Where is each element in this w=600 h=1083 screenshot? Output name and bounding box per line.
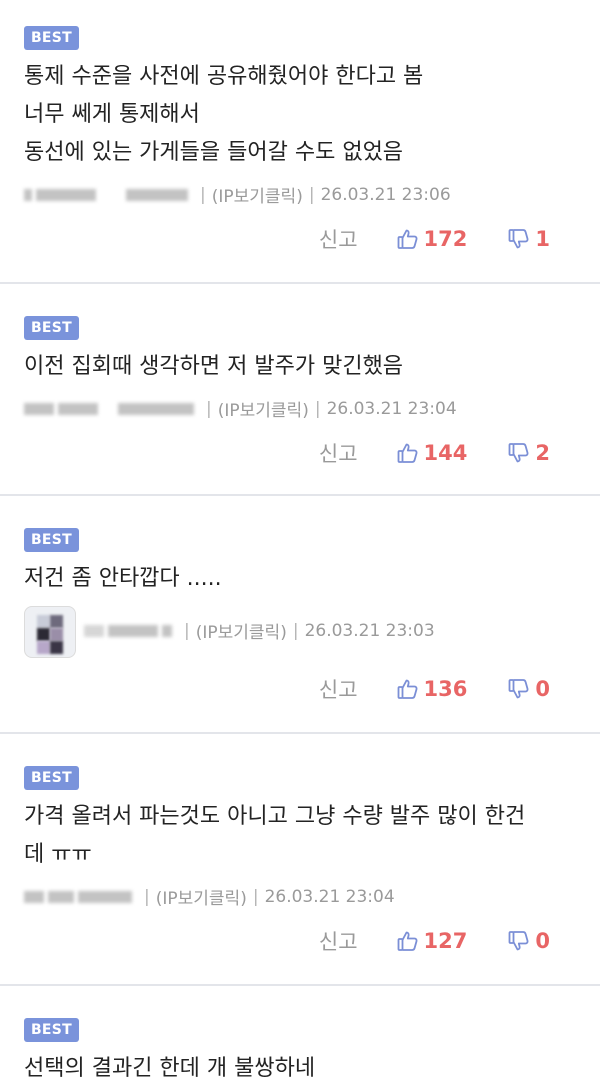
best-badge: BEST bbox=[24, 316, 79, 340]
comment-actions: 신고 172 1 bbox=[319, 224, 550, 254]
dislike-count: 1 bbox=[535, 227, 550, 251]
comment-line: 선택의 결과긴 한데 개 불쌍하네 bbox=[24, 1056, 316, 1081]
best-badge: BEST bbox=[24, 26, 79, 50]
comment-meta: | (IP보기클릭) | 26.03.21 23:04 bbox=[24, 884, 395, 909]
comment-line: 너무 쎄게 통제해서 bbox=[24, 102, 200, 127]
comment-item: BEST 통제 수준을 사전에 공유해줬어야 한다고 봄 너무 쎄게 통제해서 … bbox=[0, 0, 600, 284]
like-count: 127 bbox=[423, 929, 468, 953]
meta-separator: | bbox=[200, 184, 206, 205]
dislike-button[interactable]: 0 bbox=[507, 677, 550, 701]
comment-item: BEST 가격 올려서 파는것도 아니고 그냥 수량 발주 많이 한건 데 ㅠㅠ… bbox=[0, 734, 600, 986]
comment-meta: | (IP보기클릭) | 26.03.21 23:04 bbox=[24, 396, 457, 421]
comment-actions: 신고 127 0 bbox=[319, 926, 550, 956]
report-button[interactable]: 신고 bbox=[319, 438, 358, 468]
ip-view-link[interactable]: (IP보기클릭) bbox=[212, 182, 303, 207]
comment-item: BEST 이전 집회때 생각하면 저 발주가 맞긴했음 | (IP보기클릭) |… bbox=[0, 284, 600, 496]
thumbs-down-icon bbox=[508, 931, 529, 951]
ip-view-link[interactable]: (IP보기클릭) bbox=[218, 396, 309, 421]
avatar[interactable] bbox=[24, 606, 76, 658]
report-button[interactable]: 신고 bbox=[319, 674, 358, 704]
thumbs-up-icon bbox=[397, 229, 418, 249]
best-badge: BEST bbox=[24, 1018, 79, 1042]
meta-separator: | bbox=[314, 398, 321, 419]
ip-view-link[interactable]: (IP보기클릭) bbox=[196, 618, 287, 643]
like-button[interactable]: 144 bbox=[396, 441, 468, 465]
best-badge: BEST bbox=[24, 766, 79, 790]
meta-separator: | bbox=[144, 886, 150, 907]
comment-datetime: 26.03.21 23:04 bbox=[264, 886, 395, 907]
comment-line: 데 ㅠㅠ bbox=[24, 842, 92, 867]
meta-separator: | bbox=[252, 886, 259, 907]
like-button[interactable]: 127 bbox=[396, 929, 468, 953]
comment-line: 저건 좀 안타깝다 ..... bbox=[24, 566, 222, 591]
like-button[interactable]: 136 bbox=[396, 677, 468, 701]
comment-actions: 신고 136 0 bbox=[319, 674, 550, 704]
meta-separator: | bbox=[206, 398, 212, 419]
comment-body: 선택의 결과긴 한데 개 불쌍하네 bbox=[24, 1050, 582, 1083]
comment-body: 가격 올려서 파는것도 아니고 그냥 수량 발주 많이 한건 데 ㅠㅠ bbox=[24, 798, 582, 874]
comment-body: 이전 집회때 생각하면 저 발주가 맞긴했음 bbox=[24, 348, 582, 386]
comment-line: 통제 수준을 사전에 공유해줬어야 한다고 봄 bbox=[24, 64, 424, 89]
thumbs-up-icon bbox=[397, 931, 418, 951]
thumbs-down-icon bbox=[508, 443, 529, 463]
like-count: 144 bbox=[423, 441, 468, 465]
comment-line: 동선에 있는 가게들을 들어갈 수도 없었음 bbox=[24, 140, 404, 165]
author-name-blurred[interactable] bbox=[24, 890, 132, 903]
like-count: 172 bbox=[423, 227, 468, 251]
report-button[interactable]: 신고 bbox=[319, 926, 358, 956]
comment-datetime: 26.03.21 23:04 bbox=[326, 398, 457, 419]
comment-item: BEST 저건 좀 안타깝다 ..... | (IP보기클릭) | 26.03.… bbox=[0, 496, 600, 734]
comment-datetime: 26.03.21 23:03 bbox=[304, 620, 435, 641]
comment-line: 이전 집회때 생각하면 저 발주가 맞긴했음 bbox=[24, 354, 404, 379]
author-name-blurred[interactable] bbox=[24, 402, 194, 415]
author-name-blurred[interactable] bbox=[84, 624, 172, 637]
best-badge: BEST bbox=[24, 528, 79, 552]
thumbs-up-icon bbox=[397, 443, 418, 463]
dislike-button[interactable]: 0 bbox=[507, 929, 550, 953]
thumbs-down-icon bbox=[508, 229, 529, 249]
meta-separator: | bbox=[184, 620, 190, 641]
comment-body: 통제 수준을 사전에 공유해줬어야 한다고 봄 너무 쎄게 통제해서 동선에 있… bbox=[24, 58, 582, 172]
dislike-button[interactable]: 2 bbox=[507, 441, 550, 465]
comment-datetime: 26.03.21 23:06 bbox=[320, 184, 451, 205]
dislike-count: 0 bbox=[535, 929, 550, 953]
thumbs-down-icon bbox=[508, 679, 529, 699]
comment-body: 저건 좀 안타깝다 ..... bbox=[24, 560, 582, 598]
comment-item: BEST 선택의 결과긴 한데 개 불쌍하네 bbox=[0, 986, 600, 1083]
comment-meta: | (IP보기클릭) | 26.03.21 23:03 bbox=[84, 618, 435, 643]
report-button[interactable]: 신고 bbox=[319, 224, 358, 254]
author-name-blurred[interactable] bbox=[24, 188, 188, 201]
ip-view-link[interactable]: (IP보기클릭) bbox=[156, 884, 247, 909]
like-button[interactable]: 172 bbox=[396, 227, 468, 251]
meta-separator: | bbox=[292, 620, 299, 641]
comment-line: 가격 올려서 파는것도 아니고 그냥 수량 발주 많이 한건 bbox=[24, 804, 526, 829]
dislike-count: 2 bbox=[535, 441, 550, 465]
comment-meta: | (IP보기클릭) | 26.03.21 23:06 bbox=[24, 182, 451, 207]
dislike-button[interactable]: 1 bbox=[507, 227, 550, 251]
like-count: 136 bbox=[423, 677, 468, 701]
thumbs-up-icon bbox=[397, 679, 418, 699]
comment-actions: 신고 144 2 bbox=[319, 438, 550, 468]
dislike-count: 0 bbox=[535, 677, 550, 701]
meta-separator: | bbox=[308, 184, 315, 205]
